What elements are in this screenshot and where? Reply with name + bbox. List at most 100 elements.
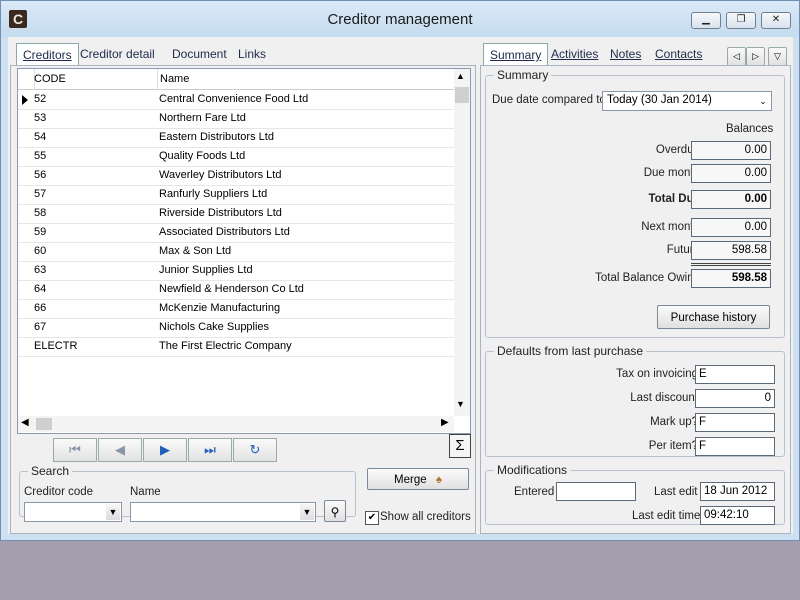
restore-button[interactable]: ❐ bbox=[726, 12, 756, 29]
chevron-down-icon[interactable]: ▼ bbox=[106, 504, 120, 520]
restore-icon: ❐ bbox=[736, 14, 746, 25]
last-edit-field[interactable]: 18 Jun 2012 bbox=[700, 482, 775, 501]
table-row[interactable]: 55 Quality Foods Ltd bbox=[18, 147, 454, 167]
creditor-name-cell[interactable]: Waverley Distributors Ltd bbox=[159, 166, 449, 185]
creditor-name-cell[interactable]: Riverside Distributors Ltd bbox=[159, 204, 449, 223]
tab-links[interactable]: Links bbox=[232, 43, 272, 65]
table-row[interactable]: 56 Waverley Distributors Ltd bbox=[18, 166, 454, 186]
markup-field[interactable]: F bbox=[695, 413, 775, 432]
creditor-code-cell[interactable]: 67 bbox=[34, 318, 158, 337]
creditor-code-cell[interactable]: 53 bbox=[34, 109, 158, 128]
creditor-name-cell[interactable]: Associated Distributors Ltd bbox=[159, 223, 449, 242]
creditor-name-cell[interactable]: Junior Supplies Ltd bbox=[159, 261, 449, 280]
minimize-button[interactable]: ▁ bbox=[691, 12, 721, 29]
purchase-history-button[interactable]: Purchase history bbox=[657, 305, 770, 329]
sum-button[interactable]: Σ bbox=[449, 434, 471, 458]
scroll-thumb[interactable] bbox=[455, 87, 469, 103]
vertical-scrollbar[interactable]: ▲ ▼ bbox=[454, 69, 470, 416]
first-record-icon: ⏮ bbox=[69, 442, 81, 457]
last-record-button[interactable]: ⏭ bbox=[188, 438, 232, 462]
creditor-name-cell[interactable]: Nichols Cake Supplies bbox=[159, 318, 449, 337]
table-row[interactable]: ELECTR The First Electric Company bbox=[18, 337, 454, 357]
table-row[interactable]: 67 Nichols Cake Supplies bbox=[18, 318, 454, 338]
table-row[interactable]: 63 Junior Supplies Ltd bbox=[18, 261, 454, 281]
tab-activities[interactable]: Activities bbox=[545, 43, 604, 65]
title-bar[interactable]: C Creditor management ▁ ❐ ✕ bbox=[1, 1, 799, 37]
creditor-code-cell[interactable]: ELECTR bbox=[34, 337, 158, 356]
first-record-button[interactable]: ⏮ bbox=[53, 438, 97, 462]
discount-field[interactable]: 0 bbox=[695, 389, 775, 408]
creditor-code-cell[interactable]: 56 bbox=[34, 166, 158, 185]
table-row[interactable]: 54 Eastern Distributors Ltd bbox=[18, 128, 454, 148]
creditor-code-cell[interactable]: 57 bbox=[34, 185, 158, 204]
find-button[interactable]: ⚲ bbox=[324, 500, 346, 522]
show-all-checkbox[interactable]: ✔ bbox=[365, 511, 379, 525]
creditor-code-cell[interactable]: 63 bbox=[34, 261, 158, 280]
table-row[interactable]: 53 Northern Fare Ltd bbox=[18, 109, 454, 129]
scroll-right-icon[interactable]: ▶ bbox=[441, 417, 449, 428]
minimize-icon: ▁ bbox=[702, 14, 710, 25]
peritem-field[interactable]: F bbox=[695, 437, 775, 456]
creditor-code-cell[interactable]: 58 bbox=[34, 204, 158, 223]
table-row[interactable]: 59 Associated Distributors Ltd bbox=[18, 223, 454, 243]
table-row[interactable]: 64 Newfield & Henderson Co Ltd bbox=[18, 280, 454, 300]
entered-field[interactable] bbox=[556, 482, 636, 501]
creditor-name-cell[interactable]: Northern Fare Ltd bbox=[159, 109, 449, 128]
search-legend: Search bbox=[31, 464, 70, 478]
scroll-left-icon[interactable]: ◀ bbox=[21, 417, 29, 428]
creditor-code-cell[interactable]: 52 bbox=[34, 90, 158, 109]
tab-document[interactable]: Document bbox=[166, 43, 233, 65]
chevron-down-icon[interactable]: ⌄ bbox=[756, 93, 770, 109]
next-record-button[interactable]: ▶ bbox=[143, 438, 187, 462]
tab-creditors[interactable]: Creditors bbox=[16, 43, 79, 67]
name-column-header[interactable]: Name bbox=[158, 69, 456, 89]
creditor-name-cell[interactable]: Quality Foods Ltd bbox=[159, 147, 449, 166]
scroll-up-icon[interactable]: ▲ bbox=[456, 71, 465, 81]
creditor-name-cell[interactable]: Max & Son Ltd bbox=[159, 242, 449, 261]
scroll-down-icon[interactable]: ▼ bbox=[456, 399, 465, 409]
creditor-code-cell[interactable]: 60 bbox=[34, 242, 158, 261]
creditor-code-cell[interactable]: 66 bbox=[34, 299, 158, 318]
creditor-name-cell[interactable]: Central Convenience Food Ltd bbox=[159, 90, 449, 109]
previous-record-button[interactable]: ◀ bbox=[98, 438, 142, 462]
due-date-combo[interactable]: Today (30 Jan 2014) ⌄ bbox=[602, 91, 772, 111]
right-tab-strip: Summary Activities Notes Contacts ◁ ▷ ▽ bbox=[483, 43, 793, 67]
table-row[interactable]: 52 Central Convenience Food Ltd bbox=[18, 90, 454, 110]
tab-scroll-right-button[interactable]: ▷ bbox=[746, 47, 765, 66]
creditor-grid[interactable]: CODE Name 52 Central Convenience Food Ltd… bbox=[17, 68, 471, 434]
creditor-code-cell[interactable]: 54 bbox=[34, 128, 158, 147]
creditor-code-cell[interactable]: 55 bbox=[34, 147, 158, 166]
tab-scroll-left-button[interactable]: ◁ bbox=[727, 47, 746, 66]
creditor-name-cell[interactable]: Ranfurly Suppliers Ltd bbox=[159, 185, 449, 204]
creditors-panel: CODE Name 52 Central Convenience Food Ltd… bbox=[10, 65, 476, 534]
name-combo[interactable]: ▼ bbox=[130, 502, 316, 522]
refresh-button[interactable]: ↻ bbox=[233, 438, 277, 462]
table-row[interactable]: 57 Ranfurly Suppliers Ltd bbox=[18, 185, 454, 205]
last-edit-time-field[interactable]: 09:42:10 bbox=[700, 506, 775, 525]
creditor-name-cell[interactable]: Eastern Distributors Ltd bbox=[159, 128, 449, 147]
tab-notes[interactable]: Notes bbox=[604, 43, 647, 65]
creditor-code-combo[interactable]: ▼ bbox=[24, 502, 122, 522]
creditor-code-label: Creditor code bbox=[24, 486, 94, 498]
creditor-name-cell[interactable]: Newfield & Henderson Co Ltd bbox=[159, 280, 449, 299]
code-column-header[interactable]: CODE bbox=[34, 69, 158, 89]
close-button[interactable]: ✕ bbox=[761, 12, 791, 29]
creditor-code-cell[interactable]: 59 bbox=[34, 223, 158, 242]
show-all-label: Show all creditors bbox=[380, 511, 471, 523]
chevron-down-icon[interactable]: ▼ bbox=[300, 504, 314, 520]
tab-dropdown-button[interactable]: ▽ bbox=[768, 47, 787, 66]
creditor-name-cell[interactable]: The First Electric Company bbox=[159, 337, 449, 356]
table-row[interactable]: 66 McKenzie Manufacturing bbox=[18, 299, 454, 319]
tab-creditor-detail[interactable]: Creditor detail bbox=[74, 43, 161, 65]
creditor-name-cell[interactable]: McKenzie Manufacturing bbox=[159, 299, 449, 318]
tab-contacts[interactable]: Contacts bbox=[649, 43, 708, 65]
creditor-code-cell[interactable]: 64 bbox=[34, 280, 158, 299]
tax-field[interactable]: E bbox=[695, 365, 775, 384]
tab-summary[interactable]: Summary bbox=[483, 43, 549, 67]
table-row[interactable]: 58 Riverside Distributors Ltd bbox=[18, 204, 454, 224]
merge-button[interactable]: Merge ♠ bbox=[367, 468, 469, 490]
horizontal-scrollbar[interactable]: ◀ ▶ bbox=[18, 416, 454, 432]
tab-label: Links bbox=[238, 47, 267, 61]
table-row[interactable]: 60 Max & Son Ltd bbox=[18, 242, 454, 262]
hscroll-thumb[interactable] bbox=[36, 418, 52, 430]
